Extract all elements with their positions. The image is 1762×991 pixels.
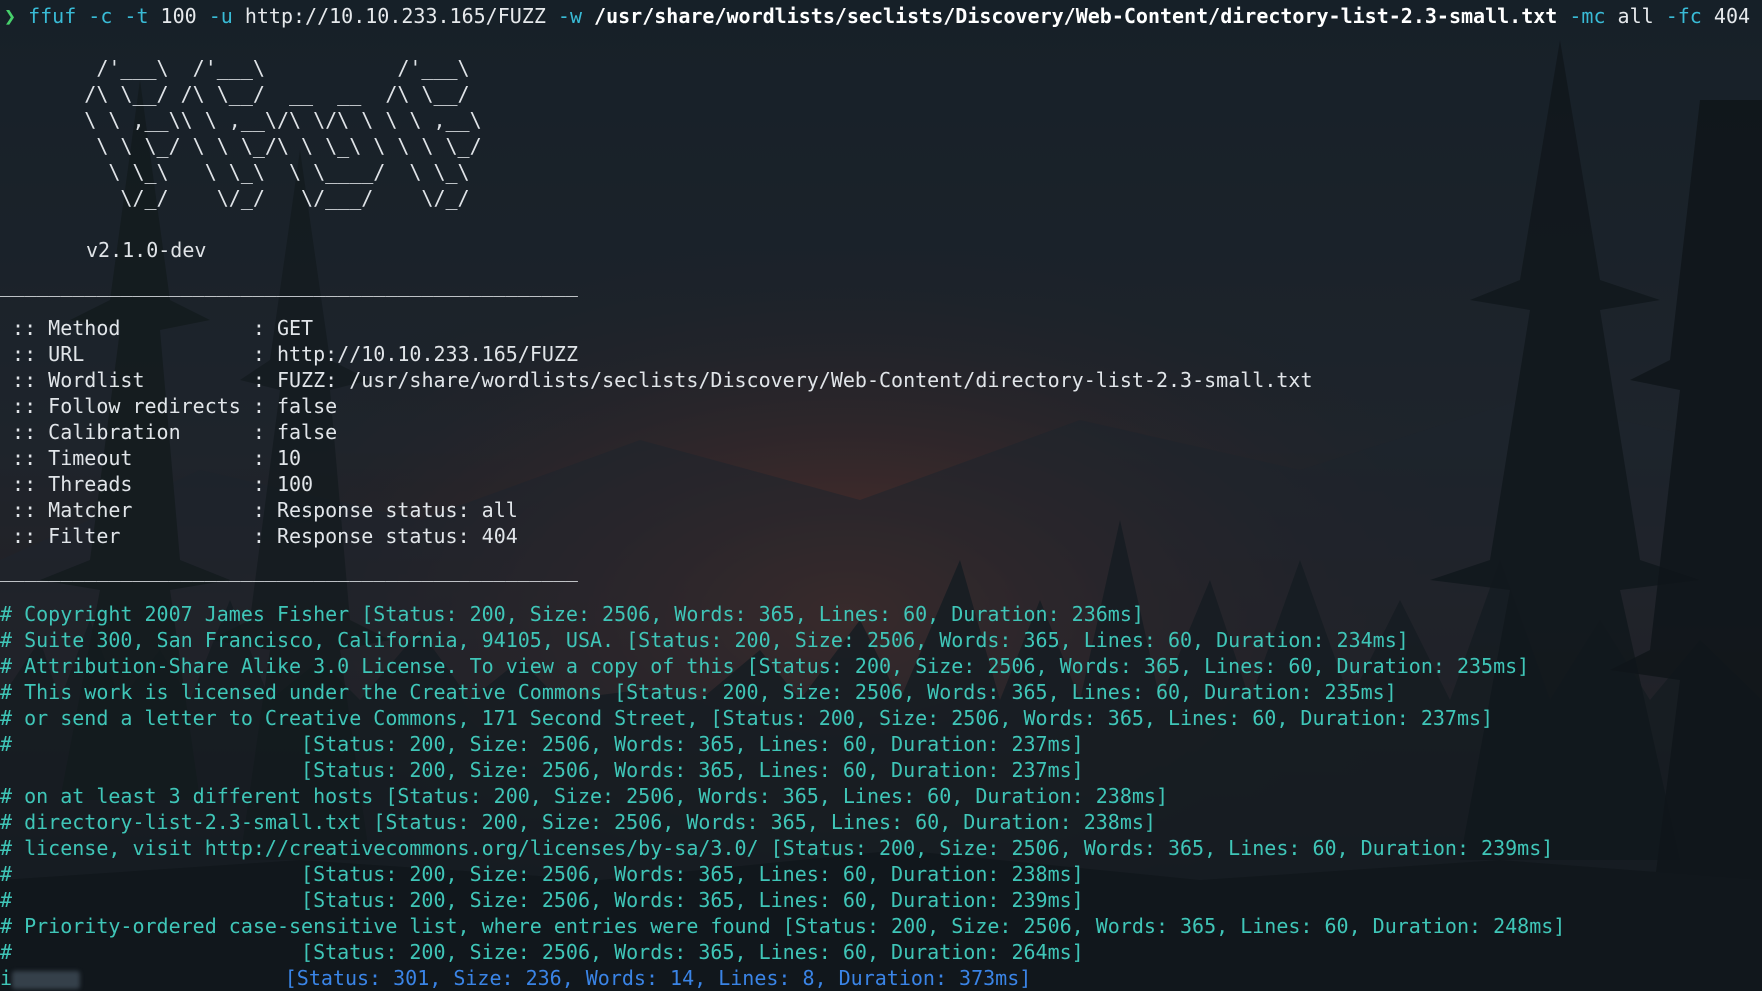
command-value: 404 xyxy=(1701,4,1751,28)
command-flag: -u xyxy=(196,4,233,28)
result-text: # This work is licensed under the Creati… xyxy=(0,680,1397,704)
config-row: :: Follow redirects : false xyxy=(0,393,1312,419)
banner-line: \ \_\ \ \_\ \ \____/ \ \_\ xyxy=(0,160,470,184)
result-row: # Attribution-Share Alike 3.0 License. T… xyxy=(0,653,1565,679)
result-path: i xyxy=(0,966,13,990)
result-text: # Priority-ordered case-sensitive list, … xyxy=(0,914,1566,938)
config-value: : false xyxy=(252,420,338,444)
config-row: :: URL : http://10.10.233.165/FUZZ xyxy=(0,341,1312,367)
result-text: # Copyright 2007 James Fisher [Status: 2… xyxy=(0,602,1144,626)
config-key: :: Timeout xyxy=(0,446,253,470)
result-text: # [Status: 200, Size: 2506, Words: 365, … xyxy=(0,888,1084,912)
config-value: : 100 xyxy=(252,472,314,496)
config-value: : Response status: 404 xyxy=(252,524,518,548)
version-label: v2.1.0-dev xyxy=(86,238,207,262)
result-text: [Status: 200, Size: 2506, Words: 365, Li… xyxy=(0,758,1084,782)
config-row: :: Timeout : 10 xyxy=(0,445,1312,471)
result-row: # This work is licensed under the Creati… xyxy=(0,679,1565,705)
config-key: :: URL xyxy=(0,342,253,366)
banner-line: \ \ \_/ \ \ \_/\ \ \_\ \ \ \ \_/ xyxy=(0,134,482,158)
result-row: # Suite 300, San Francisco, California, … xyxy=(0,627,1565,653)
command-program: ffuf xyxy=(28,4,77,28)
result-text: # Attribution-Share Alike 3.0 License. T… xyxy=(0,654,1530,678)
result-row: [Status: 200, Size: 2506, Words: 365, Li… xyxy=(0,757,1565,783)
command-flag: -fc xyxy=(1653,4,1702,28)
banner-line: /\ \__/ /\ \__/ __ __ /\ \__/ xyxy=(0,82,470,106)
banner-line: \/_/ \/_/ \/___/ \/_/ xyxy=(0,186,470,210)
result-text: # [Status: 200, Size: 2506, Words: 365, … xyxy=(0,862,1084,886)
command-value: /usr/share/wordlists/seclists/Discovery/… xyxy=(582,4,1558,28)
config-value: : http://10.10.233.165/FUZZ xyxy=(252,342,578,366)
result-row: # license, visit http://creativecommons.… xyxy=(0,835,1565,861)
result-text: # Suite 300, San Francisco, California, … xyxy=(0,628,1409,652)
config-value: : FUZZ: /usr/share/wordlists/seclists/Di… xyxy=(252,368,1313,392)
terminal-output[interactable]: ❯ ffuf -c -t 100 -u http://10.10.233.165… xyxy=(0,0,1762,991)
config-key: :: Matcher xyxy=(0,498,253,522)
divider-bottom: ________________________________________… xyxy=(0,558,578,582)
ffuf-ascii-banner: /'___\ /'___\ /'___\ /\ \__/ /\ \__/ __ … xyxy=(0,55,482,211)
config-row: :: Method : GET xyxy=(0,315,1312,341)
config-value: : false xyxy=(252,394,338,418)
divider-top: ________________________________________… xyxy=(0,273,578,297)
config-value: : 10 xyxy=(252,446,302,470)
command-line: ❯ ffuf -c -t 100 -u http://10.10.233.165… xyxy=(4,3,1750,29)
result-row: # [Status: 200, Size: 2506, Words: 365, … xyxy=(0,731,1565,757)
config-key: :: Follow redirects xyxy=(0,394,253,418)
config-value: : GET xyxy=(252,316,314,340)
config-key: :: Filter xyxy=(0,524,253,548)
config-key: :: Wordlist xyxy=(0,368,253,392)
config-summary: :: Method : GET :: URL : http://10.10.23… xyxy=(0,315,1312,549)
banner-line: \ \ ,__\\ \ ,__\/\ \/\ \ \ \ ,__\ xyxy=(0,108,482,132)
command-value: http://10.10.233.165/FUZZ xyxy=(232,4,546,28)
result-row: # [Status: 200, Size: 2506, Words: 365, … xyxy=(0,887,1565,913)
config-row: :: Filter : Response status: 404 xyxy=(0,523,1312,549)
result-row: # Priority-ordered case-sensitive list, … xyxy=(0,913,1565,939)
command-value: all xyxy=(1605,4,1654,28)
result-row: # [Status: 200, Size: 2506, Words: 365, … xyxy=(0,861,1565,887)
prompt-glyph: ❯ xyxy=(4,4,17,28)
config-key: :: Method xyxy=(0,316,253,340)
result-text: # [Status: 200, Size: 2506, Words: 365, … xyxy=(0,732,1084,756)
command-flag: -w xyxy=(545,4,583,28)
config-row: :: Wordlist : FUZZ: /usr/share/wordlists… xyxy=(0,367,1312,393)
redacted-path xyxy=(12,970,81,989)
config-row: :: Matcher : Response status: all xyxy=(0,497,1312,523)
config-key: :: Calibration xyxy=(0,420,253,444)
config-value: : Response status: all xyxy=(252,498,518,522)
config-row: :: Calibration : false xyxy=(0,419,1312,445)
command-value: 100 xyxy=(148,4,197,28)
banner-line: /'___\ /'___\ /'___\ xyxy=(0,56,470,80)
result-row: # or send a letter to Creative Commons, … xyxy=(0,705,1565,731)
result-row: # on at least 3 different hosts [Status:… xyxy=(0,783,1565,809)
result-text: # license, visit http://creativecommons.… xyxy=(0,836,1554,860)
result-text: # directory-list-2.3-small.txt [Status: … xyxy=(0,810,1156,834)
results-list: # Copyright 2007 James Fisher [Status: 2… xyxy=(0,601,1565,991)
result-row: # [Status: 200, Size: 2506, Words: 365, … xyxy=(0,939,1565,965)
result-row: # directory-list-2.3-small.txt [Status: … xyxy=(0,809,1565,835)
result-text: # on at least 3 different hosts [Status:… xyxy=(0,784,1168,808)
command-flag: -mc xyxy=(1557,4,1606,28)
command-arguments: -c -t 100 -u http://10.10.233.165/FUZZ -… xyxy=(76,4,1750,28)
command-flag: -t xyxy=(112,4,149,28)
config-key: :: Threads xyxy=(0,472,253,496)
result-row: # Copyright 2007 James Fisher [Status: 2… xyxy=(0,601,1565,627)
result-text: # [Status: 200, Size: 2506, Words: 365, … xyxy=(0,940,1084,964)
result-row: i [Status: 301, Size: 236, Words: 14, Li… xyxy=(0,965,1565,991)
command-flag: -c xyxy=(76,4,113,28)
result-text: # or send a letter to Creative Commons, … xyxy=(0,706,1494,730)
config-row: :: Threads : 100 xyxy=(0,471,1312,497)
result-text: [Status: 301, Size: 236, Words: 14, Line… xyxy=(80,966,1032,990)
